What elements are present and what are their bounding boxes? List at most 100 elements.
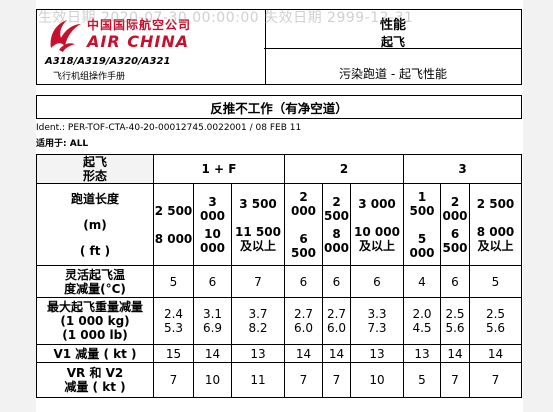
v1-cell: 14 — [193, 344, 232, 363]
config-header: 3 — [403, 154, 522, 184]
v1-cell: 15 — [153, 344, 194, 363]
v1-cell: 13 — [231, 344, 285, 363]
vr-v2-cell: 5 — [403, 362, 441, 398]
runway-unit-ft: ( ft ) — [79, 243, 111, 258]
runway-ft: 10 000 — [199, 226, 226, 255]
vr-v2-cell: 7 — [153, 362, 194, 398]
config-header: 2 — [284, 154, 404, 184]
weight-lb: 4.5 — [412, 321, 432, 335]
weight-cell: 2.0 4.5 — [403, 297, 441, 345]
vr-v2-cell: 10 — [193, 362, 232, 398]
runway-ft: 6 500 — [290, 231, 317, 260]
runway-ft: 8 000 — [154, 231, 193, 246]
runway-cell: 3 500 11 500 及以上 — [231, 183, 285, 266]
weight-cell: 2.7 6.0 — [322, 297, 351, 345]
flap-label-line2: 形态 — [82, 169, 107, 183]
document-ident: Ident.: PER-TOF-CTA-40-20-00012745.00220… — [36, 123, 302, 133]
weight-label-line1: 最大起飞重量减量 — [46, 300, 143, 314]
runway-m: 3 500 — [239, 196, 277, 211]
v1-cell: 14 — [469, 344, 522, 363]
vr-v2-cell: 10 — [350, 362, 404, 398]
row-header-flap: 起飞 形态 — [36, 154, 154, 184]
aircraft-models: A318/A319/A320/A321 — [45, 56, 171, 67]
row-header-weight: 最大起飞重量减量 (1 000 kg) (1 000 lb) — [36, 297, 154, 345]
flex-temp-cell: 6 — [193, 265, 232, 298]
row-header-flex-temp: 灵活起飞温 度减量(°C) — [36, 265, 154, 298]
table-row: 灵活起飞温 度减量(°C) 5 6 7 6 6 6 4 6 5 — [36, 265, 522, 298]
weight-kg: 2.7 — [293, 307, 314, 321]
applicability: 适用于: ALL — [36, 139, 89, 149]
flex-temp-cell: 5 — [469, 265, 522, 298]
runway-note: 及以上 — [239, 238, 276, 253]
runway-unit-m: (m) — [83, 217, 107, 232]
runway-cell: 2 000 6 500 — [440, 183, 470, 266]
flex-temp-cell: 6 — [284, 265, 323, 298]
vr-label-line2: 减量 ( kt ) — [64, 380, 126, 394]
v1-cell: 14 — [322, 344, 351, 363]
vr-v2-cell: 7 — [469, 362, 522, 398]
runway-cell: 2 500 8 000 — [322, 183, 351, 266]
flex-temp-cell: 6 — [440, 265, 470, 298]
weight-cell: 3.7 8.2 — [231, 297, 285, 345]
vr-v2-cell: 7 — [284, 362, 323, 398]
topic-title: 污染跑道 - 起飞性能 — [339, 67, 447, 81]
v1-cell: 14 — [440, 344, 470, 363]
runway-note: 及以上 — [358, 238, 395, 253]
weight-cell: 2.4 5.3 — [153, 297, 194, 345]
runway-ft: 8 000 — [323, 226, 350, 255]
performance-table: 起飞 形态 1 + F 2 3 跑道长度 (m) ( ft ) 2 500 8 0… — [36, 154, 522, 398]
table-row: V1 减量 ( kt ) 15 14 13 14 14 13 13 14 14 — [36, 344, 522, 363]
brand-name-english: AIR CHINA — [87, 32, 190, 51]
row-header-v1: V1 减量 ( kt ) — [36, 344, 154, 363]
weight-kg: 2.7 — [326, 307, 347, 321]
runway-m: 3 000 — [199, 194, 226, 223]
runway-cell: 3 000 10 000 及以上 — [350, 183, 404, 266]
weight-label-line2: (1 000 kg) — [60, 314, 130, 328]
weight-lb: 5.6 — [485, 321, 506, 335]
weight-cell: 2.5 5.6 — [440, 297, 470, 345]
weight-kg: 2.5 — [485, 307, 506, 321]
flex-label-line1: 灵活起飞温 — [64, 267, 125, 282]
runway-m: 2 000 — [290, 189, 317, 218]
table-row: 起飞 形态 1 + F 2 3 — [36, 154, 522, 184]
weight-kg: 3.7 — [248, 307, 268, 321]
runway-m: 3 000 — [358, 196, 396, 211]
runway-ft: 11 500 — [235, 224, 281, 239]
runway-cell: 1 500 5 000 — [403, 183, 441, 266]
page-title: 反推不工作（有净空道） — [36, 95, 522, 119]
validity-watermark: 生效日期 2020-07-30 00:00:00 失效日期 2999-12-31 — [38, 10, 414, 26]
flex-temp-cell: 6 — [322, 265, 351, 298]
weight-label-line3: (1 000 lb) — [62, 328, 128, 342]
runway-cell: 2 000 6 500 — [284, 183, 323, 266]
weight-cell: 2.7 6.0 — [284, 297, 323, 345]
runway-ft: 6 500 — [442, 226, 468, 255]
runway-cell: 2 500 8 000 及以上 — [469, 183, 522, 266]
header-divider — [264, 48, 521, 49]
weight-kg: 3.3 — [367, 307, 387, 321]
flex-temp-cell: 6 — [350, 265, 404, 298]
runway-m: 2 000 — [442, 194, 468, 223]
weight-kg: 2.5 — [445, 307, 465, 321]
flex-label-line2: 度减量(°C) — [64, 281, 126, 296]
v1-cell: 14 — [284, 344, 323, 363]
runway-cell: 3 000 10 000 — [193, 183, 232, 266]
manual-name: 飞行机组操作手册 — [53, 72, 126, 82]
row-header-runway: 跑道长度 (m) ( ft ) — [36, 183, 154, 266]
flap-label-line1: 起飞 — [82, 155, 107, 169]
vr-v2-cell: 7 — [440, 362, 470, 398]
weight-kg: 3.1 — [202, 307, 223, 321]
vr-label-line1: VR 和 V2 — [66, 366, 124, 380]
vr-v2-cell: 11 — [231, 362, 285, 398]
weight-cell: 3.1 6.9 — [193, 297, 232, 345]
runway-ft: 8 000 — [476, 224, 515, 239]
flex-temp-cell: 7 — [231, 265, 285, 298]
runway-cell: 2 500 8 000 — [153, 183, 194, 266]
v1-cell: 13 — [403, 344, 441, 363]
runway-note: 及以上 — [477, 238, 514, 253]
weight-lb: 6.0 — [293, 321, 314, 335]
runway-m: 2 500 — [154, 203, 193, 218]
runway-m: 2 500 — [323, 194, 350, 223]
flex-temp-cell: 5 — [153, 265, 194, 298]
runway-m: 2 500 — [476, 196, 515, 211]
row-header-vr-v2: VR 和 V2 减量 ( kt ) — [36, 362, 154, 398]
